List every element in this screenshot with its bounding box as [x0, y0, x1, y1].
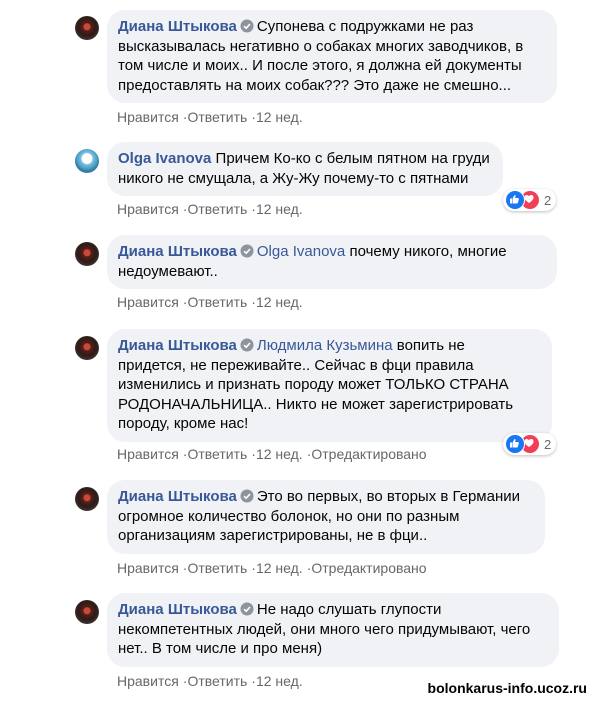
comment-text-line: Причем Ко-ко с белым пятном на груди	[215, 150, 490, 167]
shield-badge-icon	[240, 602, 254, 616]
author-name[interactable]: Диана Штыкова	[118, 601, 237, 618]
comment-text-line: Супонева с подружками не раз	[256, 18, 474, 35]
comment-bubble: Olga Ivanova Причем Ко-ко с белым пятном…	[107, 142, 503, 197]
timestamp[interactable]: 12 нед.	[256, 446, 303, 462]
mention-link[interactable]: Olga Ivanova	[257, 243, 345, 260]
comment-text-line: Это во первых, во вторых в Германии	[256, 488, 521, 505]
comment-text-line: высказывалась негативно о собаках многих…	[118, 37, 524, 55]
comment-text-line: организациям зарегистрированы, не в фци.…	[118, 527, 428, 545]
thumbs-up-icon	[505, 190, 525, 210]
comment-text-line: недоумевают..	[118, 262, 218, 280]
comment-text-line: породу, кроме нас!	[118, 415, 249, 433]
avatar[interactable]	[75, 242, 99, 266]
author-name[interactable]: Диана Штыкова	[118, 488, 237, 505]
comment-actions: Нравится ·Ответить ·12 нед. ·Отредактирован…	[117, 446, 427, 462]
comment-actions: Нравится ·Ответить ·12 нед.	[117, 109, 303, 125]
comment-actions: Нравится ·Ответить ·12 нед.	[117, 201, 303, 217]
reaction-count: 2	[544, 436, 552, 452]
reactions-summary[interactable]: 2	[503, 189, 557, 211]
avatar[interactable]	[75, 600, 99, 624]
like-link[interactable]: Нравится	[117, 673, 179, 689]
reply-link[interactable]: Ответить	[187, 294, 247, 310]
comment-text-line: придется, не переживайте.. Сейчас в фци …	[118, 356, 474, 374]
reply-link[interactable]: Ответить	[187, 109, 247, 125]
comment-text-line: вопить не	[396, 337, 465, 354]
comment-text-line: РОДОНАЧАЛЬНИЦА.. Никто не может зарегист…	[118, 395, 514, 413]
shield-badge-icon	[240, 244, 254, 258]
comment-actions: Нравится ·Ответить ·12 нед. ·Отредактирован…	[117, 560, 427, 576]
avatar[interactable]	[75, 336, 99, 360]
like-link[interactable]: Нравится	[117, 560, 179, 576]
author-name[interactable]: Olga Ivanova	[118, 150, 211, 167]
timestamp[interactable]: 12 нед.	[256, 201, 303, 217]
like-link[interactable]: Нравится	[117, 294, 179, 310]
reply-link[interactable]: Ответить	[187, 673, 247, 689]
edited-label[interactable]: Отредактировано	[311, 560, 426, 576]
reactions-summary[interactable]: 2	[503, 433, 557, 455]
reply-link[interactable]: Ответить	[187, 446, 247, 462]
edited-label[interactable]: Отредактировано	[311, 446, 426, 462]
like-link[interactable]: Нравится	[117, 109, 179, 125]
comment-bubble: Диана Штыкова Супонева с подружками не ра…	[107, 10, 557, 104]
comment-text-line: почему никого, многие	[349, 243, 507, 260]
author-name[interactable]: Диана Штыкова	[118, 337, 237, 354]
reply-link[interactable]: Ответить	[187, 560, 247, 576]
like-link[interactable]: Нравится	[117, 201, 179, 217]
timestamp[interactable]: 12 нед.	[256, 673, 303, 689]
timestamp[interactable]: 12 нед.	[256, 560, 303, 576]
reply-link[interactable]: Ответить	[187, 201, 247, 217]
shield-badge-icon	[240, 338, 254, 352]
comment-text-line: никого не смущала, а Жу-Жу почему-то с п…	[118, 169, 469, 187]
comment-actions: Нравится ·Ответить ·12 нед.	[117, 294, 303, 310]
avatar[interactable]	[75, 487, 99, 511]
reaction-count: 2	[544, 192, 552, 208]
comment-bubble: Диана Штыкова Это во первых, во вторых в …	[107, 480, 545, 554]
comment-bubble: Диана Штыкова Не надо слушать глупости не…	[107, 593, 559, 667]
timestamp[interactable]: 12 нед.	[256, 294, 303, 310]
comment-actions: Нравится ·Ответить ·12 нед.	[117, 673, 303, 689]
site-watermark: bolonkarus-info.ucoz.ru	[425, 680, 589, 696]
timestamp[interactable]: 12 нед.	[256, 109, 303, 125]
avatar[interactable]	[75, 149, 99, 173]
comment-text-line: том числе и моих.. И после этого, я долж…	[118, 57, 522, 75]
comment-text-line: Не надо слушать глупости	[256, 601, 442, 618]
comment-text-line: огромное количество болонок, но они по р…	[118, 507, 460, 525]
shield-badge-icon	[240, 19, 254, 33]
avatar[interactable]	[75, 16, 99, 40]
comment-text-line: некомпетентных людей, они много чего при…	[118, 620, 531, 638]
mention-link[interactable]: Людмила Кузьмина	[257, 337, 393, 354]
author-name[interactable]: Диана Штыкова	[118, 243, 237, 260]
thumbs-up-icon	[505, 434, 525, 454]
like-link[interactable]: Нравится	[117, 446, 179, 462]
comment-bubble: Диана Штыкова Olga Ivanova почему никого,…	[107, 235, 557, 290]
comment-text-line: изменились и признать породу может ТОЛЬК…	[118, 376, 509, 394]
comment-text-line: нет.. В том числе и про меня)	[118, 640, 323, 658]
author-name[interactable]: Диана Штыкова	[118, 18, 237, 35]
shield-badge-icon	[240, 489, 254, 503]
comment-text-line: предоставлять на моих собак??? Это даже …	[118, 76, 512, 94]
comment-bubble: Диана Штыкова Людмила Кузьмина вопить не …	[107, 329, 552, 442]
